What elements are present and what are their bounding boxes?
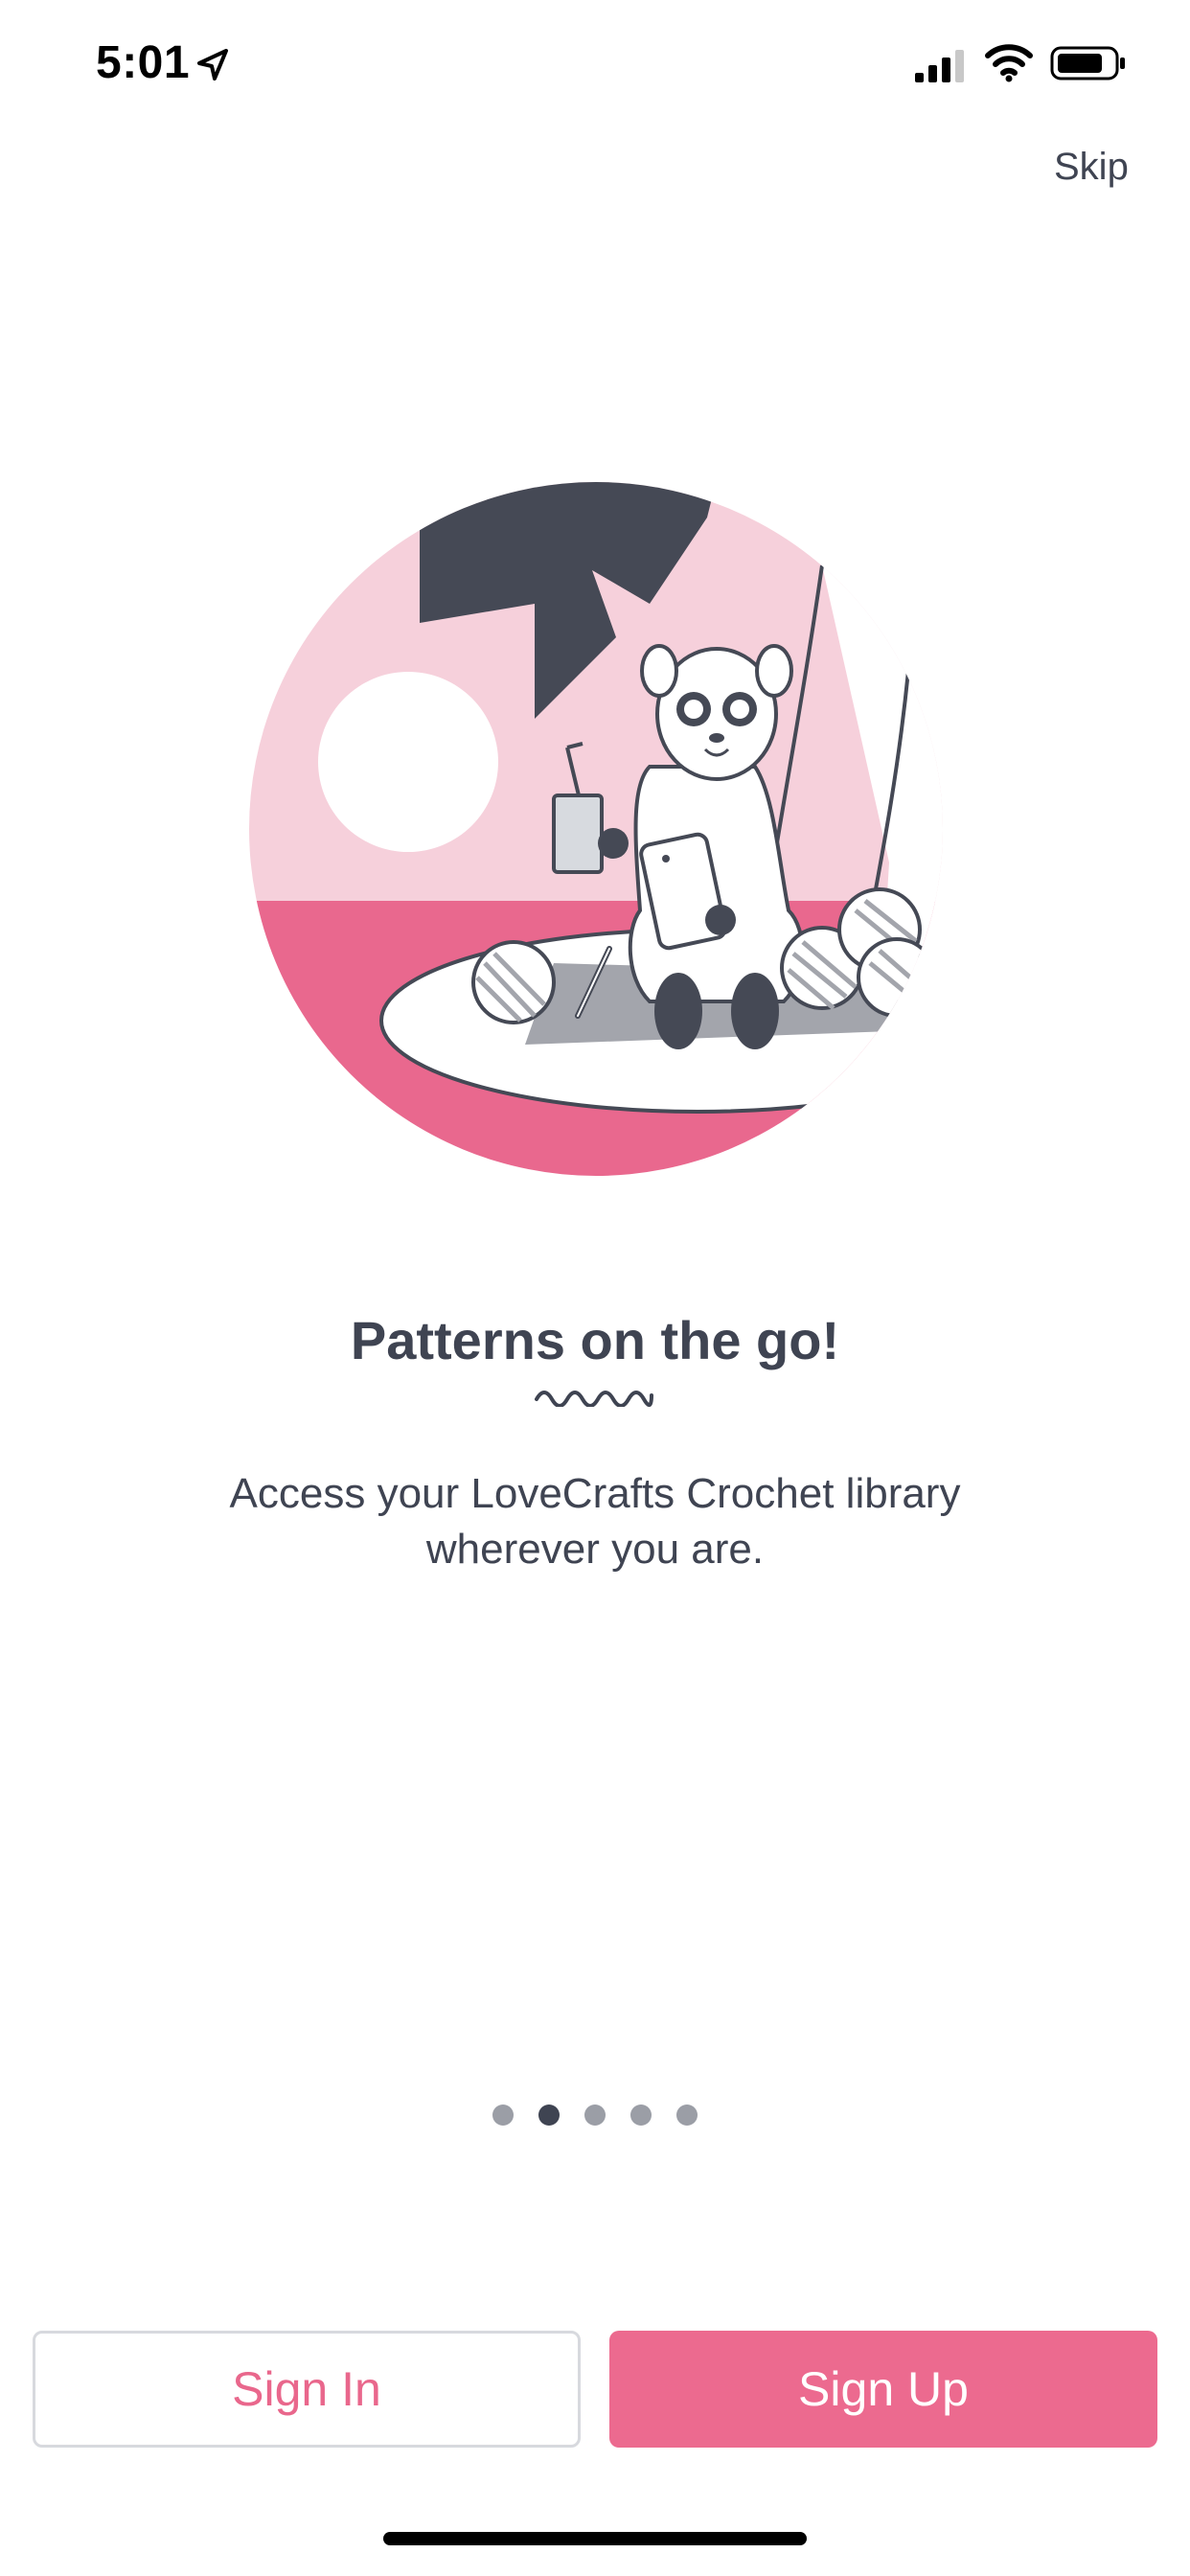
page-dot[interactable] (630, 2104, 652, 2126)
home-indicator[interactable] (383, 2532, 807, 2545)
skip-button[interactable]: Skip (1054, 146, 1129, 189)
cellular-signal-icon (915, 50, 964, 82)
page-dot[interactable] (492, 2104, 514, 2126)
squiggle-divider-icon (535, 1391, 653, 1407)
status-time: 5:01 (96, 37, 191, 88)
page-dot[interactable] (676, 2104, 698, 2126)
page-title: Patterns on the go! (350, 1310, 840, 1370)
sign-up-button[interactable]: Sign Up (609, 2331, 1157, 2448)
sign-in-button[interactable]: Sign In (33, 2331, 581, 2448)
page-dot[interactable] (584, 2104, 606, 2126)
page-dot-active[interactable] (538, 2104, 560, 2126)
status-bar: 5:01 (0, 0, 1190, 125)
battery-icon (1050, 46, 1125, 80)
page-subtitle: Access your LoveCrafts Crochet library w… (229, 1470, 961, 1573)
llama-illustration (249, 482, 943, 1176)
location-arrow-icon (197, 49, 228, 80)
page-indicator (0, 2104, 1190, 2126)
wifi-icon (985, 44, 1033, 82)
